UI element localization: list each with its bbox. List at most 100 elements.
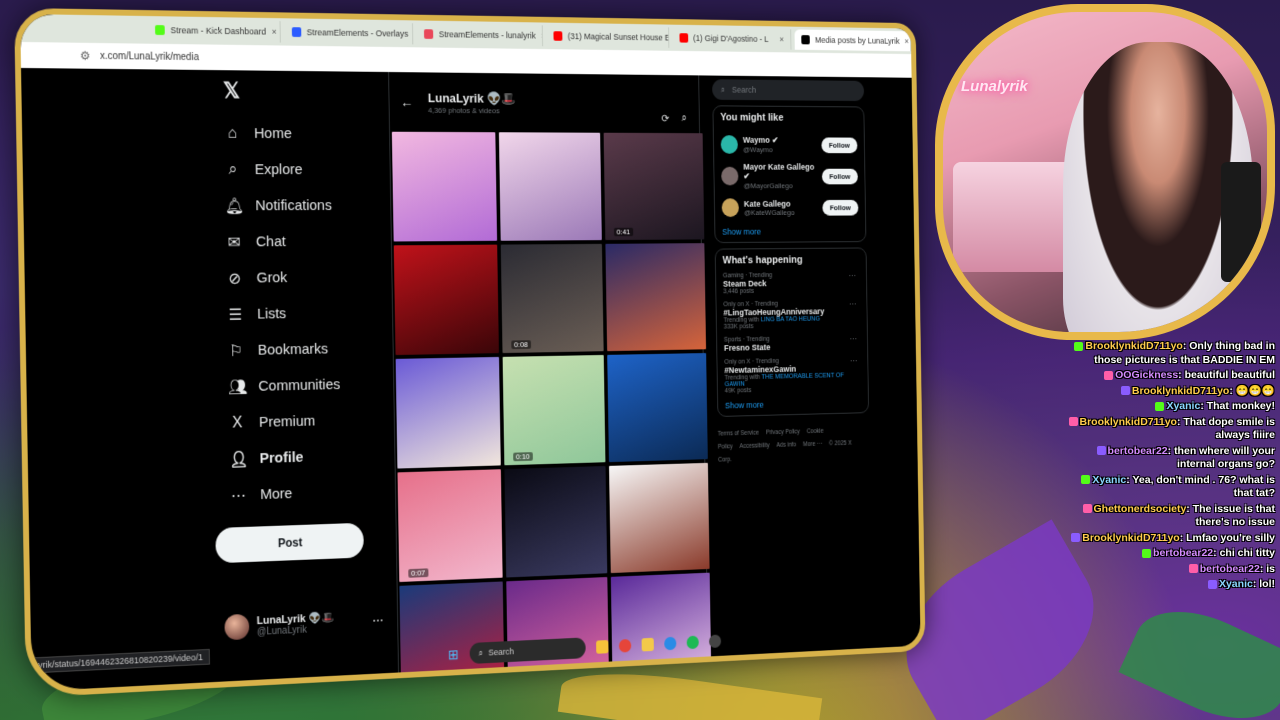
file-explorer-icon[interactable]	[595, 640, 609, 654]
chat-username[interactable]: bertobear22	[1153, 547, 1213, 559]
nav-item-chat[interactable]: ✉ Chat	[218, 223, 382, 260]
media-thumbnail[interactable]	[391, 131, 498, 242]
back-arrow-icon[interactable]: ←	[400, 94, 413, 109]
nav-item-explore[interactable]: ⌕ Explore	[217, 151, 381, 187]
chat-username[interactable]: BrooklynkidD711yo	[1132, 385, 1229, 397]
profile-header: ← LunaLyrik 👽🎩 4,369 photos & videos ⟳ ⌕	[389, 72, 699, 133]
nav-item-lists[interactable]: ☰ Lists	[219, 295, 383, 333]
more-icon[interactable]: ⋯	[372, 614, 383, 628]
media-thumbnail[interactable]: 0:41	[603, 132, 705, 241]
trend-item[interactable]: Gaming · Trending Steam Deck 3,446 posts ⋯	[723, 271, 860, 295]
chat-username[interactable]: Xyanic	[1092, 474, 1126, 486]
chat-username[interactable]: Ghettonerdsociety	[1094, 503, 1187, 515]
panel-title: What's happening	[722, 254, 803, 267]
media-thumbnail[interactable]: 0:10	[502, 354, 606, 466]
chat-username[interactable]: Xyanic	[1219, 578, 1253, 590]
search-icon[interactable]: ⌕	[681, 113, 687, 125]
follow-button[interactable]: Follow	[821, 168, 858, 184]
site-info-icon[interactable]: ⚙	[80, 49, 91, 63]
media-thumbnail[interactable]: 0:07	[397, 469, 503, 583]
media-thumbnail[interactable]	[609, 462, 710, 574]
media-thumbnail[interactable]	[498, 132, 602, 241]
browser-tab[interactable]: (1) Gigi D'Agostino - L ×	[672, 27, 792, 50]
nav-item-home[interactable]: ⌂ Home	[216, 115, 380, 152]
tab-favicon-icon	[553, 31, 563, 41]
follow-button[interactable]: Follow	[822, 199, 859, 216]
account-switcher[interactable]: LunaLyrik 👽🎩 @LunaLyrik ⋯	[224, 608, 384, 641]
video-duration: 0:10	[513, 452, 533, 462]
footer-link[interactable]: Terms of Service	[718, 430, 759, 438]
trend-item[interactable]: Only on X · Trending #LingTaoHeungAnniver…	[723, 300, 860, 331]
media-thumbnail[interactable]	[395, 356, 501, 469]
show-more-link[interactable]: Show more	[722, 226, 859, 237]
media-thumbnail[interactable]	[504, 465, 608, 578]
chat-username[interactable]: Xyanic	[1166, 400, 1200, 412]
nav-item-bookmarks[interactable]: ⚐ Bookmarks	[220, 330, 384, 369]
spotify-icon[interactable]	[686, 635, 699, 650]
trend-count: 3,446 posts	[723, 288, 755, 296]
footer-link[interactable]: Ads info	[776, 442, 796, 449]
video-duration: 0:07	[408, 568, 429, 578]
nav-item-premium[interactable]: X Premium	[221, 402, 385, 442]
nav-item-more[interactable]: ⋯ More	[222, 473, 386, 514]
close-tab-icon[interactable]: ×	[904, 37, 908, 46]
nav-item-notifications[interactable]: 🔔︎ Notifications	[217, 188, 381, 224]
suggestion-name: Mayor Kate Gallego ✔	[743, 162, 815, 181]
footer-link[interactable]: Privacy Policy	[766, 429, 800, 436]
trend-item[interactable]: Sports · Trending Fresno State ⋯	[724, 335, 861, 353]
more-icon[interactable]: ⋯	[849, 300, 857, 310]
tab-label: (1) Gigi D'Agostino - L	[692, 33, 769, 44]
folder-icon[interactable]	[641, 637, 654, 652]
media-thumbnail[interactable]	[605, 243, 707, 352]
refresh-icon[interactable]: ⟳	[661, 112, 669, 124]
media-thumbnail[interactable]	[607, 353, 708, 463]
link-preview-status: yrik/status/1694462326810820239/video/1	[31, 648, 210, 674]
more-icon[interactable]: ⋯	[850, 357, 858, 367]
media-thumbnail[interactable]	[393, 244, 499, 356]
follow-button[interactable]: Follow	[821, 137, 858, 153]
trend-item[interactable]: Only on X · Trending #NewtaminexGawin Tren…	[724, 356, 861, 395]
close-tab-icon[interactable]: ×	[541, 31, 543, 41]
browser-tab[interactable]: StreamElements - Overlays×	[283, 21, 414, 45]
chrome-icon[interactable]	[618, 638, 632, 653]
tab-favicon-icon	[424, 29, 434, 39]
taskbar-search-label: Search	[488, 646, 515, 658]
footer-link[interactable]: Accessibility	[740, 442, 770, 449]
search-input[interactable]: ⌕ Search	[712, 79, 865, 102]
more-icon[interactable]: ⋯	[850, 335, 858, 345]
close-tab-icon[interactable]: ×	[779, 35, 784, 44]
nav-item-profile[interactable]: 👤︎ Profile	[221, 437, 385, 478]
suggestion-row[interactable]: Waymo ✔ @Waymo Follow	[720, 129, 858, 161]
chat-message: BrooklynkidD711yo: 😁😁😁	[1065, 385, 1275, 399]
chat-username[interactable]: BrooklynkidD711yo	[1082, 532, 1179, 544]
show-more-link[interactable]: Show more	[725, 398, 862, 410]
post-button[interactable]: Post	[215, 522, 364, 564]
nav-item-grok[interactable]: ⊘ Grok	[218, 259, 382, 297]
chat-username[interactable]: bertobear22	[1108, 445, 1168, 457]
browser-tab[interactable]: StreamElements - lunalyrik ×	[416, 23, 544, 47]
nav-item-communities[interactable]: 👥︎ Communities	[220, 366, 384, 405]
chat-username[interactable]: bertobear22	[1200, 563, 1260, 575]
browser-tab[interactable]: (31) Magical Sunset House B×	[546, 25, 670, 48]
close-tab-icon[interactable]: ×	[272, 27, 277, 37]
trending-with-link[interactable]: LING BA TAO HEUNG	[761, 316, 820, 323]
edge-icon[interactable]	[663, 636, 677, 651]
chat-message: Ghettonerdsociety: The issue is that the…	[1065, 503, 1275, 530]
footer-link[interactable]: More ···	[803, 441, 822, 448]
suggestion-row[interactable]: Kate Gallego @KateWGallego Follow	[721, 192, 859, 224]
chat-badge-icon	[1074, 341, 1084, 351]
x-logo-icon[interactable]: 𝕏	[223, 78, 380, 105]
obs-icon[interactable]	[708, 634, 721, 649]
chat-username[interactable]: BrooklynkidD711yo	[1085, 340, 1182, 352]
avatar	[224, 613, 250, 641]
windows-start-icon[interactable]: ⊞	[448, 646, 459, 663]
taskbar-search[interactable]: ⌕ Search	[469, 637, 586, 665]
suggestion-row[interactable]: Mayor Kate Gallego ✔ @MayorGallego Follow	[721, 160, 858, 192]
chat-username[interactable]: BrooklynkidD711yo	[1080, 416, 1177, 428]
media-thumbnail[interactable]: 0:08	[500, 243, 604, 354]
footer-links: Terms of Service Privacy Policy Cookie Pol…	[718, 424, 870, 467]
chat-username[interactable]: OOGickness	[1115, 369, 1178, 381]
browser-tab[interactable]: Stream - Kick Dashboard ×	[147, 18, 281, 43]
more-icon[interactable]: ⋯	[849, 271, 857, 281]
browser-tab[interactable]: Media posts by LunaLyrik ×	[794, 29, 912, 52]
